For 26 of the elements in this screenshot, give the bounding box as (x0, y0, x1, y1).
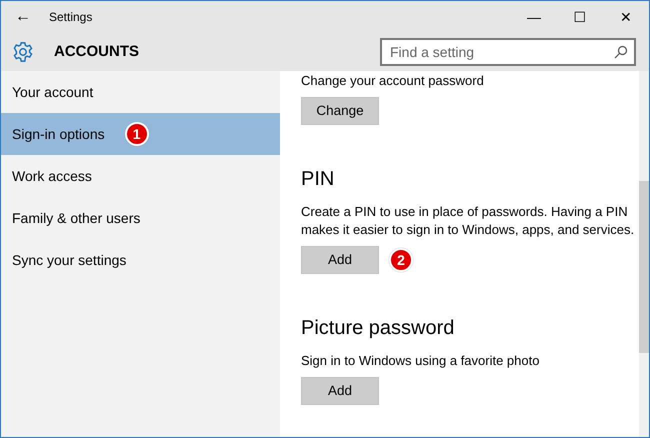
change-button[interactable]: Change (301, 97, 379, 125)
callout-badge: 1 (124, 122, 149, 146)
close-button[interactable]: ✕ (603, 1, 649, 33)
search-field[interactable]: Find a setting (380, 38, 636, 66)
maximize-button[interactable]: ☐ (557, 1, 603, 33)
description-text: Change your account password (301, 72, 485, 90)
back-button[interactable]: ← (1, 5, 45, 29)
add-button[interactable]: Add (301, 246, 379, 274)
sidebar-item[interactable]: Sync your settings (1, 239, 280, 281)
callout-badge: 2 (389, 248, 413, 272)
settings-icon (12, 41, 34, 63)
sidebar-item[interactable]: Sign-in options 1 (1, 113, 280, 155)
sidebar-item[interactable]: Your account (1, 71, 280, 113)
window-title: Settings (49, 9, 94, 26)
sidebar-item-label: Sign-in options (12, 124, 105, 144)
description-text: Sign in to Windows using a favorite photo (301, 352, 540, 370)
section-heading: Picture password (301, 316, 456, 340)
scrollbar[interactable] (639, 71, 649, 437)
sidebar-item[interactable]: Family & other users (1, 197, 280, 239)
search-icon (614, 45, 628, 59)
minimize-button[interactable]: — (511, 1, 557, 33)
page-title: ACCOUNTS (54, 42, 140, 62)
add-button[interactable]: Add (301, 377, 379, 405)
sidebar-item[interactable]: Work access (1, 155, 280, 197)
description-text: Create a PIN to use in place of passwords. Having a PIN makes it easier to sign in to Windows, apps, and services. (301, 203, 636, 239)
section-heading: PIN (301, 167, 336, 191)
